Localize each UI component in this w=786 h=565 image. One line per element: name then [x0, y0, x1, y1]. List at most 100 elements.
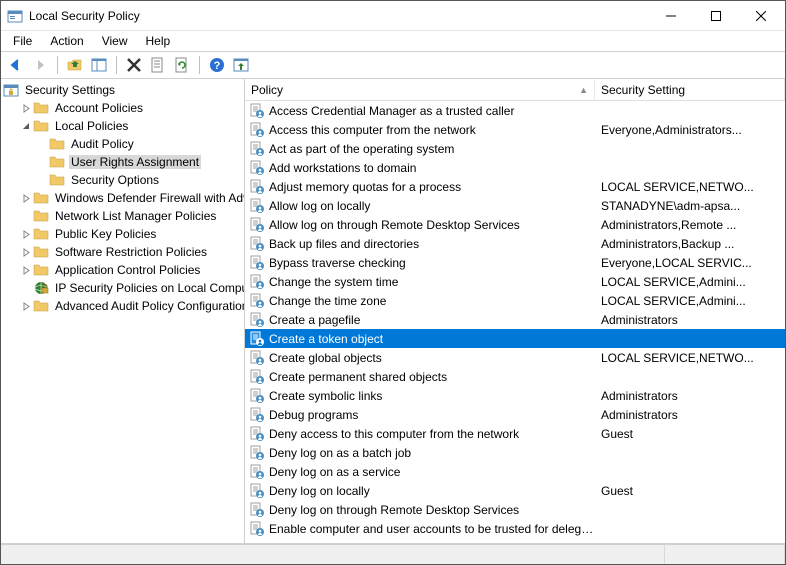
policy-row[interactable]: Access this computer from the networkEve… [245, 120, 785, 139]
policy-row[interactable]: Access Credential Manager as a trusted c… [245, 101, 785, 120]
tree-item-label: Windows Defender Firewall with Advanced … [53, 191, 245, 205]
tree-item-label: IP Security Policies on Local Computer [53, 281, 245, 295]
list-header: Policy ▲ Security Setting [245, 79, 785, 101]
row-policy-label: Access this computer from the network [269, 123, 595, 137]
menu-help[interactable]: Help [138, 32, 179, 50]
tree-item[interactable]: IP Security Policies on Local Computer [1, 279, 244, 297]
export-list-button[interactable] [230, 54, 252, 76]
policy-row[interactable]: Create permanent shared objects [245, 367, 785, 386]
tree-item[interactable]: Windows Defender Firewall with Advanced … [1, 189, 244, 207]
properties-button[interactable] [147, 54, 169, 76]
expand-icon[interactable] [19, 101, 33, 115]
help-button[interactable]: ? [206, 54, 228, 76]
tree-item[interactable]: Advanced Audit Policy Configuration [1, 297, 244, 315]
tree-item[interactable]: Network List Manager Policies [1, 207, 244, 225]
policy-row[interactable]: Add workstations to domain [245, 158, 785, 177]
policy-row[interactable]: Bypass traverse checkingEveryone,LOCAL S… [245, 253, 785, 272]
row-policy-label: Create permanent shared objects [269, 370, 595, 384]
row-setting-label: Administrators [595, 389, 785, 403]
titlebar[interactable]: Local Security Policy [1, 1, 785, 31]
expand-icon[interactable] [19, 227, 33, 241]
maximize-button[interactable] [693, 2, 738, 30]
expand-icon[interactable] [19, 299, 33, 313]
policy-icon [249, 236, 265, 252]
tree-item[interactable]: Public Key Policies [1, 225, 244, 243]
expand-icon[interactable] [19, 245, 33, 259]
tree-item[interactable]: Security Options [1, 171, 244, 189]
policy-row[interactable]: Deny log on locallyGuest [245, 481, 785, 500]
policy-row[interactable]: Enable computer and user accounts to be … [245, 519, 785, 538]
policy-row[interactable]: Adjust memory quotas for a processLOCAL … [245, 177, 785, 196]
folder-icon [49, 154, 65, 170]
policy-row[interactable]: Create symbolic linksAdministrators [245, 386, 785, 405]
up-button[interactable] [64, 54, 86, 76]
row-policy-label: Adjust memory quotas for a process [269, 180, 595, 194]
policy-row[interactable]: Create a pagefileAdministrators [245, 310, 785, 329]
column-header-policy[interactable]: Policy ▲ [245, 79, 595, 100]
menu-action[interactable]: Action [42, 32, 91, 50]
show-hide-tree-button[interactable] [88, 54, 110, 76]
policy-icon [249, 350, 265, 366]
row-setting-label: LOCAL SERVICE,NETWO... [595, 351, 785, 365]
policy-icon [249, 217, 265, 233]
policy-icon [249, 426, 265, 442]
close-button[interactable] [738, 2, 783, 30]
refresh-button[interactable] [171, 54, 193, 76]
folder-icon [33, 208, 49, 224]
policy-row[interactable]: Back up files and directoriesAdministrat… [245, 234, 785, 253]
tree-item-label: Audit Policy [69, 137, 136, 151]
collapse-icon[interactable] [19, 119, 33, 133]
row-policy-label: Enable computer and user accounts to be … [269, 522, 595, 536]
back-button[interactable] [5, 54, 27, 76]
row-policy-label: Allow log on through Remote Desktop Serv… [269, 218, 595, 232]
policy-row[interactable]: Create a token object [245, 329, 785, 348]
minimize-button[interactable] [648, 2, 693, 30]
row-setting-label: Administrators,Remote ... [595, 218, 785, 232]
policy-row[interactable]: Create global objectsLOCAL SERVICE,NETWO… [245, 348, 785, 367]
policy-row[interactable]: Deny log on as a batch job [245, 443, 785, 462]
tree-item[interactable]: Local Policies [1, 117, 244, 135]
policy-row[interactable]: Change the system timeLOCAL SERVICE,Admi… [245, 272, 785, 291]
statusbar [1, 544, 785, 564]
policy-row[interactable]: Allow log on through Remote Desktop Serv… [245, 215, 785, 234]
column-header-setting[interactable]: Security Setting [595, 79, 785, 100]
tree-pane[interactable]: Security Settings Account PoliciesLocal … [1, 79, 245, 543]
policy-icon [249, 464, 265, 480]
policy-icon [249, 103, 265, 119]
expand-icon[interactable] [19, 191, 33, 205]
folder-icon [33, 226, 49, 242]
tree-item[interactable]: Audit Policy [1, 135, 244, 153]
delete-button[interactable] [123, 54, 145, 76]
policy-row[interactable]: Deny log on as a service [245, 462, 785, 481]
forward-button[interactable] [29, 54, 51, 76]
row-policy-label: Act as part of the operating system [269, 142, 595, 156]
tree-item-label: Security Options [69, 173, 161, 187]
policy-row[interactable]: Allow log on locallySTANADYNE\adm-apsa..… [245, 196, 785, 215]
policy-row[interactable]: Debug programsAdministrators [245, 405, 785, 424]
policy-icon [249, 483, 265, 499]
expand-icon[interactable] [19, 263, 33, 277]
menu-file[interactable]: File [5, 32, 40, 50]
row-policy-label: Deny log on locally [269, 484, 595, 498]
menu-view[interactable]: View [94, 32, 136, 50]
row-setting-label: STANADYNE\adm-apsa... [595, 199, 785, 213]
sort-indicator-icon: ▲ [579, 85, 588, 95]
policy-row[interactable]: Deny access to this computer from the ne… [245, 424, 785, 443]
row-setting-label: LOCAL SERVICE,Admini... [595, 294, 785, 308]
policy-row[interactable]: Act as part of the operating system [245, 139, 785, 158]
tree-item[interactable]: Application Control Policies [1, 261, 244, 279]
row-policy-label: Deny log on as a batch job [269, 446, 595, 460]
list-rows[interactable]: Access Credential Manager as a trusted c… [245, 101, 785, 543]
row-policy-label: Deny log on through Remote Desktop Servi… [269, 503, 595, 517]
row-policy-label: Deny access to this computer from the ne… [269, 427, 595, 441]
policy-row[interactable]: Deny log on through Remote Desktop Servi… [245, 500, 785, 519]
tree-item[interactable]: Account Policies [1, 99, 244, 117]
policy-row[interactable]: Change the time zoneLOCAL SERVICE,Admini… [245, 291, 785, 310]
tree-item[interactable]: User Rights Assignment [1, 153, 244, 171]
folder-icon [49, 172, 65, 188]
folder-icon [33, 298, 49, 314]
tree-item[interactable]: Software Restriction Policies [1, 243, 244, 261]
row-setting-label: Administrators,Backup ... [595, 237, 785, 251]
tree-root[interactable]: Security Settings [1, 81, 244, 99]
row-policy-label: Create symbolic links [269, 389, 595, 403]
